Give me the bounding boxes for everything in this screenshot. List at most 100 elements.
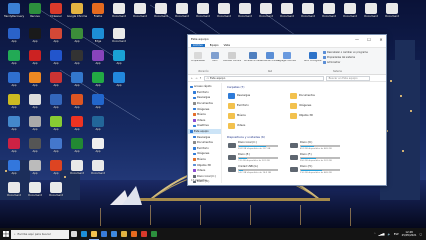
desktop-icon[interactable]: App xyxy=(4,116,24,136)
desktop-icon[interactable]: Document xyxy=(4,182,24,202)
desktop-icon[interactable]: App xyxy=(46,94,66,114)
folder-item[interactable]: Videos xyxy=(228,121,245,130)
desktop-icon[interactable]: Document xyxy=(46,182,66,202)
file-explorer-window[interactable]: Este equipo — ☐ ✕ Archivo Equipo Vista P… xyxy=(187,34,387,186)
taskbar-app-store[interactable] xyxy=(99,228,109,240)
forward-arrow-icon[interactable]: → xyxy=(195,77,197,80)
desktop-icon[interactable]: App xyxy=(4,94,24,114)
volume-icon[interactable]: 🔈 xyxy=(388,233,391,236)
desktop-icon[interactable]: Document xyxy=(67,160,87,180)
desktop-icon[interactable]: App xyxy=(67,94,87,114)
desktop-icon[interactable]: Document xyxy=(382,3,402,23)
drive-item[interactable]: Disco (F:) 550 GB disponibles de 931 GB xyxy=(290,153,342,164)
taskbar-app-firefox[interactable] xyxy=(129,228,139,240)
window-titlebar[interactable]: Este equipo — ☐ ✕ xyxy=(188,35,386,43)
desktop-icon[interactable]: App xyxy=(25,28,45,48)
desktop-icon[interactable]: HandyRecovery xyxy=(4,3,24,23)
desktop-icon[interactable]: Document xyxy=(25,182,45,202)
clock[interactable]: 12:48 25/05/2021 xyxy=(402,231,417,237)
folder-item[interactable]: Documentos xyxy=(290,91,315,100)
taskbar-app-file-explorer[interactable] xyxy=(89,228,99,240)
desktop-icon[interactable]: Document xyxy=(298,3,318,23)
drive-item[interactable]: Disco (E:) 720 GB disponibles de 931 GB xyxy=(228,153,280,164)
desktop-icon[interactable]: App xyxy=(4,138,24,158)
desktop-icon[interactable]: Document xyxy=(151,3,171,23)
desktop-icon[interactable]: App xyxy=(67,28,87,48)
folder-item[interactable]: Objetos 3D xyxy=(290,111,313,120)
desktop-icon[interactable]: App xyxy=(46,116,66,136)
desktop-icon[interactable]: App xyxy=(25,138,45,158)
desktop-icon[interactable]: Document xyxy=(235,3,255,23)
desktop-icon[interactable]: App xyxy=(67,116,87,136)
desktop-icon[interactable]: App xyxy=(4,160,24,180)
desktop-icon[interactable]: App xyxy=(88,72,108,92)
ribbon-button[interactable]: Agregar una ubicación de red xyxy=(278,50,296,65)
desktop-icon[interactable]: App xyxy=(67,50,87,70)
desktop-icon[interactable]: Document xyxy=(88,160,108,180)
desktop-icon[interactable]: Document xyxy=(193,3,213,23)
folder-item[interactable]: Descargas xyxy=(228,91,250,100)
ribbon-button[interactable]: Abrir xyxy=(208,50,222,65)
desktop-icon[interactable]: App xyxy=(25,160,45,180)
drive-item[interactable]: Unidad USB (G:) 14,2 GB disponibles de 14… xyxy=(228,165,280,176)
chevron-up-icon[interactable]: ˄ xyxy=(374,233,375,236)
desktop-icon[interactable]: App xyxy=(25,50,45,70)
folder-item[interactable]: Música xyxy=(228,111,246,120)
desktop-icon[interactable]: App xyxy=(88,50,108,70)
tab-archivo[interactable]: Archivo xyxy=(191,43,205,47)
drives-section-header[interactable]: Dispositivos y unidades (6) xyxy=(227,135,265,139)
close-button[interactable]: ✕ xyxy=(376,35,386,43)
start-button[interactable] xyxy=(0,228,11,240)
desktop-icon[interactable]: App xyxy=(67,72,87,92)
ribbon-button[interactable]: Cambiar nombre xyxy=(223,50,241,65)
taskbar-app-edge[interactable] xyxy=(79,228,89,240)
desktop-icon[interactable]: App xyxy=(25,72,45,92)
desktop-icon[interactable]: App xyxy=(46,28,66,48)
desktop-icon[interactable]: Document xyxy=(361,3,381,23)
desktop-icon[interactable]: Document xyxy=(340,3,360,23)
desktop-icon[interactable]: Document xyxy=(109,3,129,23)
folder-item[interactable]: Escritorio xyxy=(228,101,249,110)
desktop-icon[interactable]: App xyxy=(46,50,66,70)
desktop-icon[interactable]: Recuva xyxy=(25,3,45,23)
desktop-icon[interactable]: App xyxy=(25,116,45,136)
minimize-button[interactable]: — xyxy=(352,35,362,43)
maximize-button[interactable]: ☐ xyxy=(364,35,374,43)
ribbon-small-button[interactable]: Administrar xyxy=(323,61,340,64)
taskbar-app-chrome[interactable] xyxy=(119,228,129,240)
folders-section-header[interactable]: Carpetas (7) xyxy=(227,85,244,89)
desktop-icon[interactable]: App xyxy=(4,72,24,92)
desktop-icon[interactable]: App xyxy=(88,138,108,158)
desktop-icon[interactable]: Document xyxy=(256,3,276,23)
drive-item[interactable]: Disco (D:) 451 GB disponibles de 465 GB xyxy=(290,141,342,152)
desktop-icon[interactable]: Document xyxy=(277,3,297,23)
desktop-icon[interactable]: App xyxy=(46,138,66,158)
search-input[interactable]: Buscar en Este equipo xyxy=(325,75,370,81)
taskbar-search-box[interactable]: ⌕ Escribe aquí para buscar xyxy=(11,229,69,239)
taskbar-app-app[interactable] xyxy=(149,228,159,240)
desktop-icon[interactable]: Document xyxy=(130,3,150,23)
back-arrow-icon[interactable]: ← xyxy=(191,77,193,80)
desktop-icon[interactable]: App xyxy=(4,50,24,70)
taskbar-app-task-view[interactable] xyxy=(69,228,79,240)
desktop-icon[interactable]: App xyxy=(109,72,129,92)
desktop-icon[interactable]: Firefox xyxy=(88,3,108,23)
ribbon-button[interactable]: Propiedades xyxy=(191,50,205,65)
taskbar-app-mail[interactable] xyxy=(109,228,119,240)
ribbon-small-button[interactable]: Propiedades del sistema xyxy=(323,56,355,59)
desktop-icon[interactable]: Document xyxy=(109,28,129,48)
desktop-icon[interactable]: Document xyxy=(214,3,234,23)
drive-item[interactable]: Disco (H:) 210 GB disponibles de 465 GB xyxy=(290,165,342,176)
tab-equipo[interactable]: Equipo xyxy=(210,44,219,47)
ribbon-button[interactable]: Conectar unidad de red xyxy=(261,50,279,65)
desktop-icon[interactable]: Edge xyxy=(88,28,108,48)
desktop-icon[interactable]: App xyxy=(25,94,45,114)
desktop-icon[interactable]: CCleaner xyxy=(46,3,66,23)
address-input[interactable]: ▭ Este equipo xyxy=(203,75,324,81)
desktop-icon[interactable]: Document xyxy=(319,3,339,23)
tab-vista[interactable]: Vista xyxy=(224,44,230,47)
desktop-icon[interactable]: App xyxy=(46,72,66,92)
nav-item[interactable]: Disco (E:) xyxy=(188,185,221,186)
network-icon[interactable]: ▂▄▆ xyxy=(379,233,385,236)
desktop-icon[interactable]: App xyxy=(88,94,108,114)
